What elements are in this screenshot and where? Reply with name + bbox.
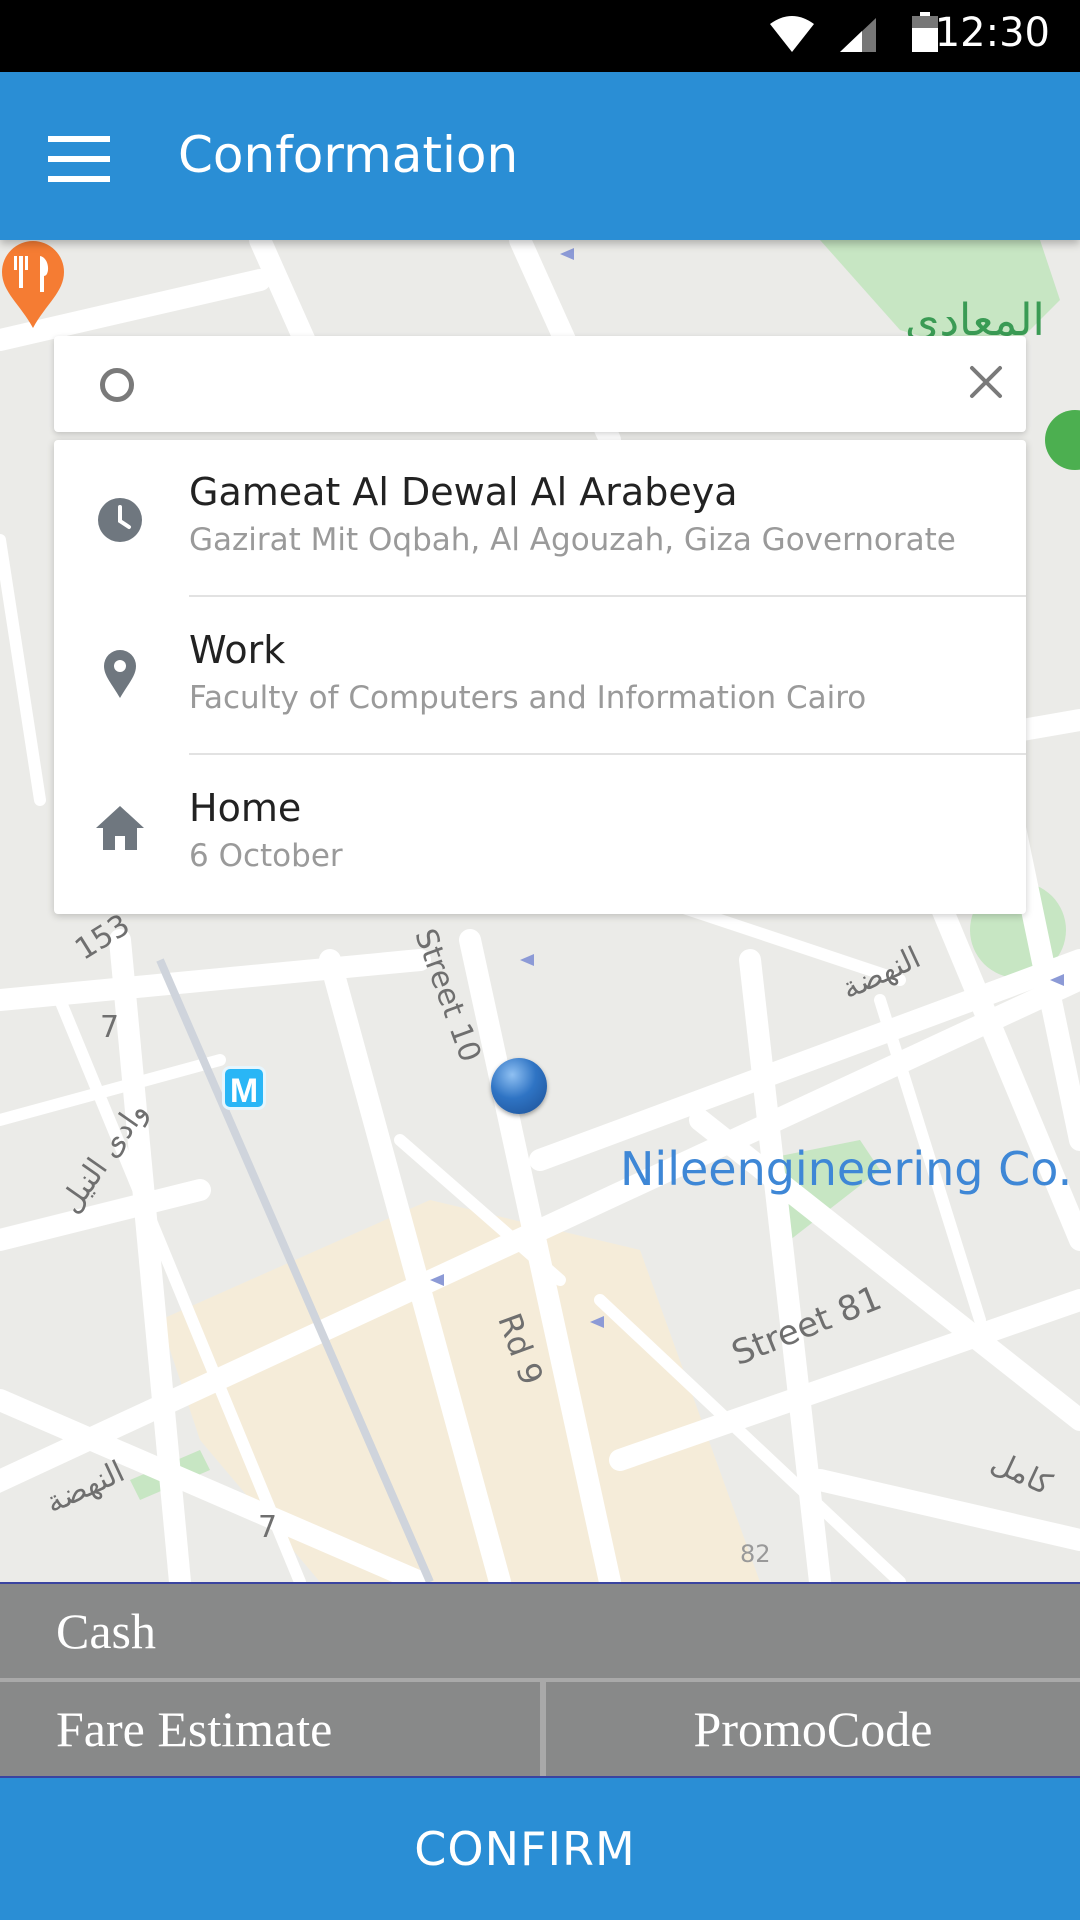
payment-method-label: Cash xyxy=(56,1603,156,1659)
map-place-label[interactable]: Nileengineering Co. xyxy=(620,1142,1072,1196)
search-bar xyxy=(54,336,1026,432)
map-street-label: 7 xyxy=(100,1010,120,1045)
clock-icon xyxy=(98,498,142,542)
page-title: Conformation xyxy=(178,126,519,184)
suggestion-subtitle: Gazirat Mit Oqbah, Al Agouzah, Giza Gove… xyxy=(189,522,956,558)
metro-icon: M xyxy=(222,1066,266,1110)
circle-outline-icon xyxy=(100,368,134,402)
list-item[interactable]: Gameat Al Dewal Al Arabeya Gazirat Mit O… xyxy=(54,440,1026,598)
signal-icon xyxy=(840,18,876,52)
status-bar: 12:30 xyxy=(0,0,1080,72)
suggestion-title: Work xyxy=(189,628,286,672)
status-time: 12:30 xyxy=(934,10,1050,56)
map-street-label: 7 xyxy=(258,1510,278,1545)
app-bar: Conformation xyxy=(0,72,1080,240)
current-location-marker xyxy=(491,1058,547,1114)
close-icon[interactable] xyxy=(958,354,1014,410)
restaurant-pin-icon[interactable] xyxy=(0,240,66,330)
promo-code-button[interactable]: PromoCode xyxy=(546,1682,1080,1776)
map-street-label: 82 xyxy=(740,1540,771,1568)
payment-method-selector[interactable]: Cash xyxy=(0,1582,1080,1678)
divider xyxy=(189,595,1026,597)
list-item[interactable]: Home 6 October xyxy=(54,756,1026,914)
home-icon xyxy=(96,806,144,850)
fare-estimate-label: Fare Estimate xyxy=(56,1701,333,1757)
suggestion-title: Home xyxy=(189,786,302,830)
confirm-label: CONFIRM xyxy=(414,1822,636,1876)
fare-estimate-button[interactable]: Fare Estimate xyxy=(0,1682,540,1776)
suggestion-subtitle: Faculty of Computers and Information Cai… xyxy=(189,680,867,716)
list-item[interactable]: Work Faculty of Computers and Informatio… xyxy=(54,598,1026,756)
menu-icon[interactable] xyxy=(48,136,110,182)
fare-promo-row: Fare Estimate PromoCode xyxy=(0,1682,1080,1776)
wifi-icon xyxy=(770,16,814,52)
location-pin-icon xyxy=(104,650,136,698)
promo-code-label: PromoCode xyxy=(693,1701,933,1757)
divider xyxy=(189,753,1026,755)
confirm-button[interactable]: CONFIRM xyxy=(0,1776,1080,1920)
suggestion-title: Gameat Al Dewal Al Arabeya xyxy=(189,470,738,514)
suggestions-list: Gameat Al Dewal Al Arabeya Gazirat Mit O… xyxy=(54,440,1026,914)
search-input[interactable] xyxy=(164,356,924,412)
suggestion-subtitle: 6 October xyxy=(189,838,343,874)
